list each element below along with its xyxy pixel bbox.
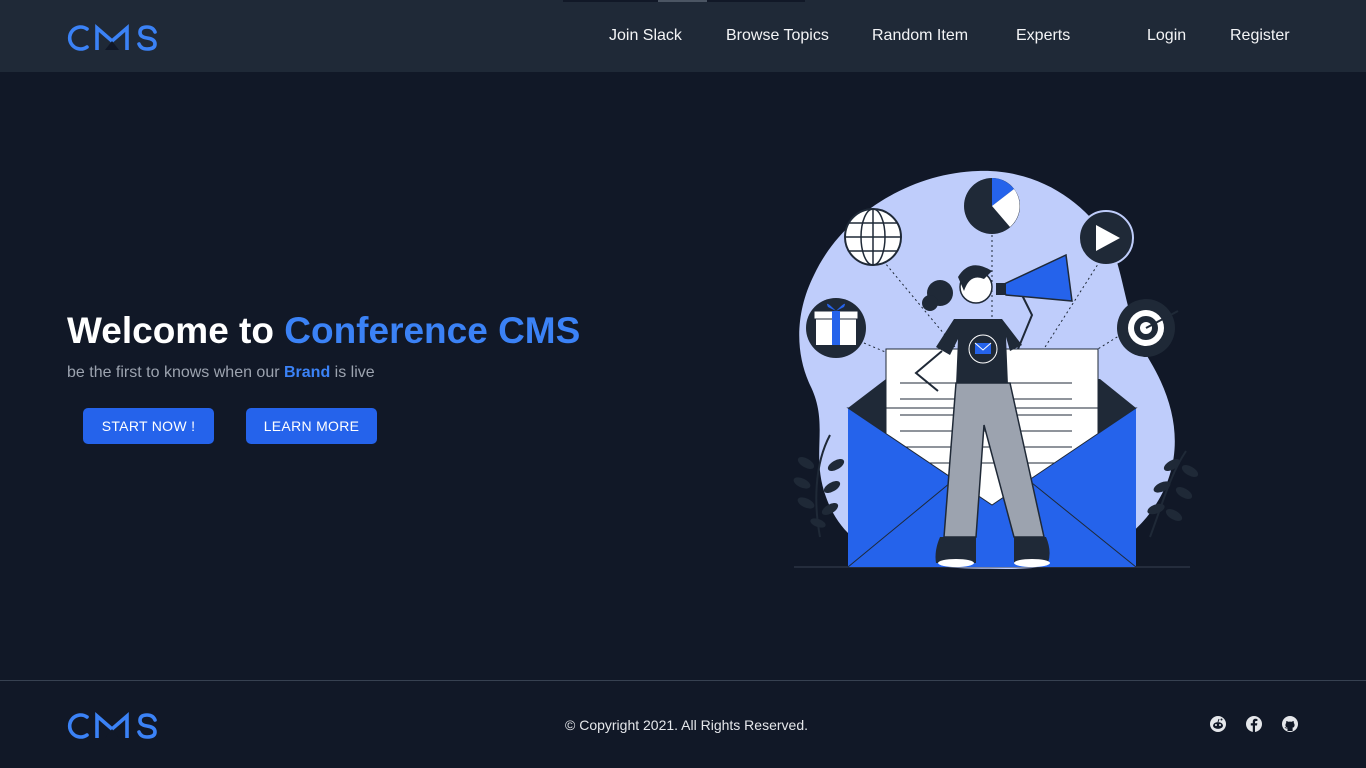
start-now-button[interactable]: START NOW !	[83, 408, 214, 444]
footer-divider	[0, 680, 1366, 681]
github-icon[interactable]	[1281, 715, 1299, 733]
nav-browse-topics[interactable]: Browse Topics	[726, 26, 829, 46]
cms-logo-icon	[67, 712, 157, 739]
facebook-icon[interactable]	[1245, 715, 1263, 733]
learn-more-button[interactable]: LEARN MORE	[246, 408, 377, 444]
nav-join-slack[interactable]: Join Slack	[609, 26, 682, 46]
pie-chart-icon	[964, 178, 1020, 234]
footer-logo[interactable]	[67, 712, 159, 740]
nav-random-item[interactable]: Random Item	[872, 26, 968, 46]
gift-icon	[806, 298, 866, 358]
hero-title-accent: Conference CMS	[284, 310, 581, 351]
hero-title: Welcome to Conference CMS	[67, 310, 580, 352]
hero-subtitle-after: is live	[330, 364, 375, 381]
play-icon	[1078, 210, 1134, 266]
hero-illustration	[770, 165, 1210, 575]
login-link[interactable]: Login	[1147, 26, 1186, 46]
site-header: Join Slack Browse Topics Random Item Exp…	[0, 0, 1366, 72]
reddit-icon[interactable]	[1209, 715, 1227, 733]
header-logo[interactable]	[67, 24, 159, 52]
top-accent-highlight	[658, 0, 707, 2]
target-icon	[1117, 299, 1179, 357]
hero-subtitle-brand: Brand	[284, 364, 331, 381]
hero-subtitle-before: be the first to knows when our	[67, 364, 284, 381]
cms-logo-icon	[67, 24, 157, 51]
globe-icon	[844, 208, 902, 266]
nav-experts[interactable]: Experts	[1016, 26, 1070, 46]
register-link[interactable]: Register	[1230, 26, 1290, 46]
hero-title-prefix: Welcome to	[67, 310, 285, 351]
hero-subtitle: be the first to knows when our Brand is …	[67, 363, 375, 383]
copyright-text: © Copyright 2021. All Rights Reserved.	[565, 717, 808, 733]
